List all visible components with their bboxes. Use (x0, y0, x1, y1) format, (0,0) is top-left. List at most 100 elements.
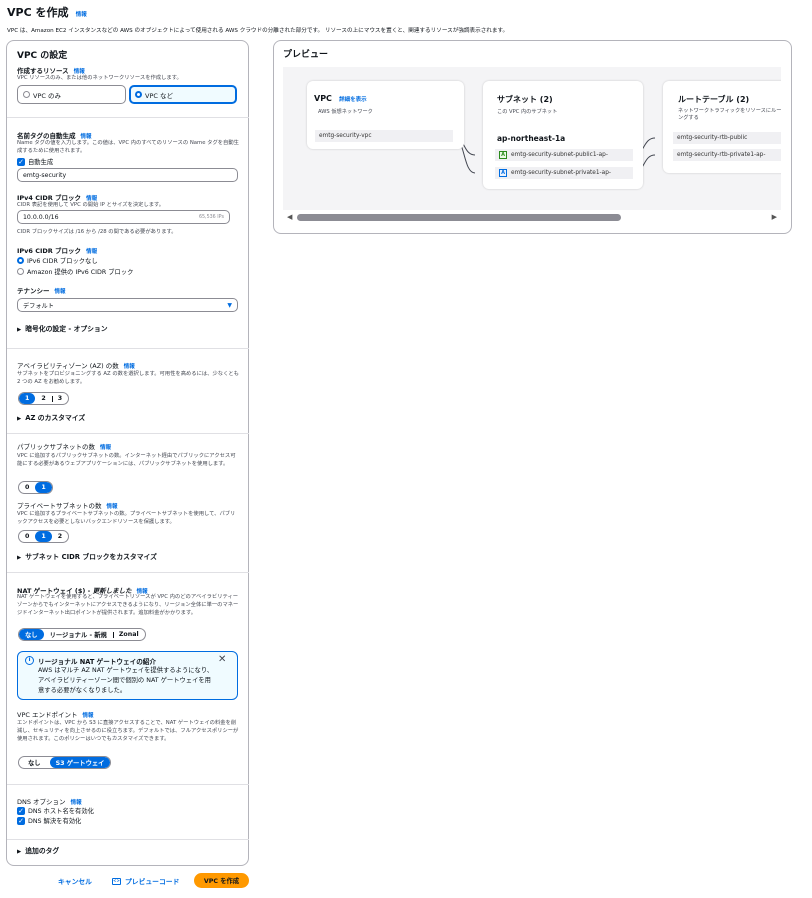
dns-resolution-checkbox[interactable]: ✓ DNS 解決を有効化 (17, 816, 81, 825)
private-subnets-segmented[interactable]: 0 1 2 (18, 530, 70, 543)
az-option-1[interactable]: 1 (19, 393, 36, 404)
horizontal-scrollbar[interactable]: ◀ ▶ (283, 212, 781, 223)
code-icon: <> (112, 877, 121, 885)
tenancy-label: テナンシー (17, 287, 50, 295)
preview-route-tables-title: ルートテーブル (2) (678, 95, 750, 104)
vpc-only-label: VPC のみ (33, 91, 61, 100)
dns-hostname-checkbox[interactable]: ✓ DNS ホスト名を有効化 (17, 806, 94, 815)
info-link[interactable]: 情報 (55, 289, 66, 295)
az-label: アベイラビリティゾーン (AZ) の数 (17, 362, 119, 370)
preview-subnet-item[interactable]: Aemtg-security-subnet-public1-ap- (495, 149, 633, 161)
az-customize-expander[interactable]: ▶ AZ のカスタマイズ (17, 412, 85, 422)
ipv4-cidr-input[interactable]: 10.0.0.0/16 65,536 IPs (17, 210, 230, 224)
tags-expander[interactable]: ▶ 追加のタグ (17, 845, 59, 855)
nat-desc: NAT ゲートウェイを使用すると、プライベートリソースが VPC 内のどのアベイ… (17, 594, 239, 616)
vpc-only-tile[interactable]: VPC のみ (17, 85, 126, 104)
divider (7, 784, 249, 785)
preview-subnets-title: サブネット (2) (497, 95, 553, 104)
encryption-expander[interactable]: ▶ 暗号化の設定 - オプション (17, 323, 108, 333)
create-vpc-button[interactable]: VPC を作成 (194, 873, 249, 888)
name-tag-input[interactable]: emtg-security (17, 168, 238, 182)
scroll-left-icon[interactable]: ◀ (287, 213, 292, 221)
public-subnets-option-1[interactable]: 1 (35, 482, 52, 493)
private-subnets-label: プライベートサブネットの数 (17, 502, 102, 510)
caret-right-icon: ▶ (17, 849, 22, 855)
preview-code-button[interactable]: <> プレビューコード (112, 876, 179, 886)
radio-selected-icon (135, 91, 142, 98)
view-details-link[interactable]: 詳細を表示 (339, 97, 367, 103)
info-link[interactable]: 情報 (86, 249, 97, 255)
public-subnets-segmented[interactable]: 0 1 (18, 481, 53, 494)
cancel-button[interactable]: キャンセル (58, 876, 92, 886)
scroll-right-icon[interactable]: ▶ (772, 213, 777, 221)
dns-resolution-label: DNS 解決を有効化 (28, 818, 82, 825)
az-option-3[interactable]: 3 (51, 393, 68, 404)
dns-label-row: DNS オプション 情報 (17, 796, 82, 806)
caret-right-icon: ▶ (17, 327, 22, 333)
info-link[interactable]: 情報 (100, 445, 111, 451)
scrollbar-thumb[interactable] (297, 214, 621, 221)
ipv4-desc: CIDR 表記を使用して VPC の開始 IP とサイズを決定します。 (17, 202, 165, 208)
preview-route-table-item[interactable]: emtg-security-rtb-public (673, 132, 781, 144)
endpoint-segmented[interactable]: なし S3 ゲートウェイ (18, 756, 112, 769)
dns-label: DNS オプション (17, 798, 66, 806)
public-subnets-option-0[interactable]: 0 (19, 482, 35, 493)
private-subnets-option-2[interactable]: 2 (52, 531, 68, 542)
page-description: VPC は、Amazon EC2 インスタンスなどの AWS のオブジェクトによ… (7, 28, 509, 34)
nat-option-zonal[interactable]: Zonal (112, 629, 145, 640)
info-link[interactable]: 情報 (76, 12, 87, 18)
resources-desc: VPC リソースのみ、または他のネットワークリソースを作成します。 (17, 75, 182, 81)
divider (7, 348, 249, 349)
ipv6-none-label: IPv6 CIDR ブロックなし (27, 258, 98, 265)
check-icon: ✓ (17, 806, 25, 815)
preview-route-tables-sub: ネットワークトラフィックをリソースにルーティングする (678, 108, 781, 121)
az-badge-icon: A (499, 169, 507, 177)
preview-subnet-item[interactable]: Aemtg-security-subnet-private1-ap- (495, 167, 633, 179)
auto-generate-checkbox[interactable]: ✓ 自動生成 (17, 157, 53, 166)
vpc-and-more-tile[interactable]: VPC など (129, 85, 237, 104)
check-icon: ✓ (17, 816, 25, 825)
nat-option-none[interactable]: なし (19, 629, 44, 640)
endpoint-label: VPC エンドポイント (17, 711, 78, 719)
divider (7, 839, 249, 840)
tenancy-select[interactable]: デフォルト ▼ (17, 298, 238, 312)
subnet-cidr-customize-expander[interactable]: ▶ サブネット CIDR ブロックをカスタマイズ (17, 551, 157, 561)
subnet-cidr-customize-label: サブネット CIDR ブロックをカスタマイズ (25, 553, 157, 561)
vpc-and-more-label: VPC など (145, 91, 173, 100)
ip-count: 65,536 IPs (198, 214, 224, 220)
preview-code-label: プレビューコード (125, 878, 180, 886)
preview-vpc-title-row: VPC 詳細を表示 (314, 94, 367, 103)
ipv6-amazon-radio[interactable]: Amazon 提供の IPv6 CIDR ブロック (17, 267, 133, 276)
ipv6-none-radio[interactable]: IPv6 CIDR ブロックなし (17, 256, 98, 265)
preview-vpc-item[interactable]: emtg-security-vpc (315, 130, 453, 142)
page-title: VPC を作成 (7, 6, 69, 19)
preview-vpc-sub: AWS 仮想ネットワーク (318, 109, 373, 115)
subnet-name: emtg-security-subnet-public1-ap- (511, 152, 608, 158)
endpoint-option-none[interactable]: なし (19, 757, 50, 768)
page-header: VPC を作成 情報 VPC は、Amazon EC2 インスタンスなどの AW… (7, 4, 807, 34)
close-icon[interactable]: ✕ (218, 654, 226, 665)
divider (7, 117, 249, 118)
az-count-segmented[interactable]: 1 2 3 (18, 392, 70, 405)
tenancy-value: デフォルト (23, 302, 54, 310)
nat-notice-body: AWS はマルチ AZ NAT ゲートウェイを提供するようになり、アベイラビリテ… (38, 667, 214, 694)
caret-right-icon: ▶ (17, 555, 22, 561)
private-subnets-desc: VPC に追加するプライベートサブネットの数。プライベートサブネットを使用して、… (17, 511, 236, 525)
divider (7, 572, 249, 573)
nat-option-regional[interactable]: リージョナル - 新規 (44, 629, 113, 640)
info-circle-icon: i (25, 656, 34, 665)
endpoint-option-s3[interactable]: S3 ゲートウェイ (49, 757, 111, 768)
private-subnets-option-1[interactable]: 1 (35, 531, 52, 542)
az-option-2[interactable]: 2 (35, 393, 51, 404)
az-desc: サブネットをプロビジョニングする AZ の数を選択します。可用性を高めるには、少… (17, 371, 239, 385)
radio-icon (23, 91, 30, 98)
ipv6-amazon-label: Amazon 提供の IPv6 CIDR ブロック (27, 269, 134, 276)
name-tag-desc: Name タグの値を入力します。この値は、VPC 内のすべてのリソースの Nam… (17, 140, 239, 154)
encryption-label: 暗号化の設定 - オプション (25, 325, 108, 333)
private-subnets-option-0[interactable]: 0 (19, 531, 35, 542)
preview-canvas: VPC 詳細を表示 AWS 仮想ネットワーク emtg-security-vpc… (283, 67, 781, 210)
preview-route-table-item[interactable]: emtg-security-rtb-private1-ap- (673, 149, 781, 161)
preview-subnets-sub: この VPC 内のサブネット (497, 109, 558, 115)
nat-segmented[interactable]: なし リージョナル - 新規 Zonal (18, 628, 146, 641)
preview-az-label: ap-northeast-1a (497, 134, 566, 143)
